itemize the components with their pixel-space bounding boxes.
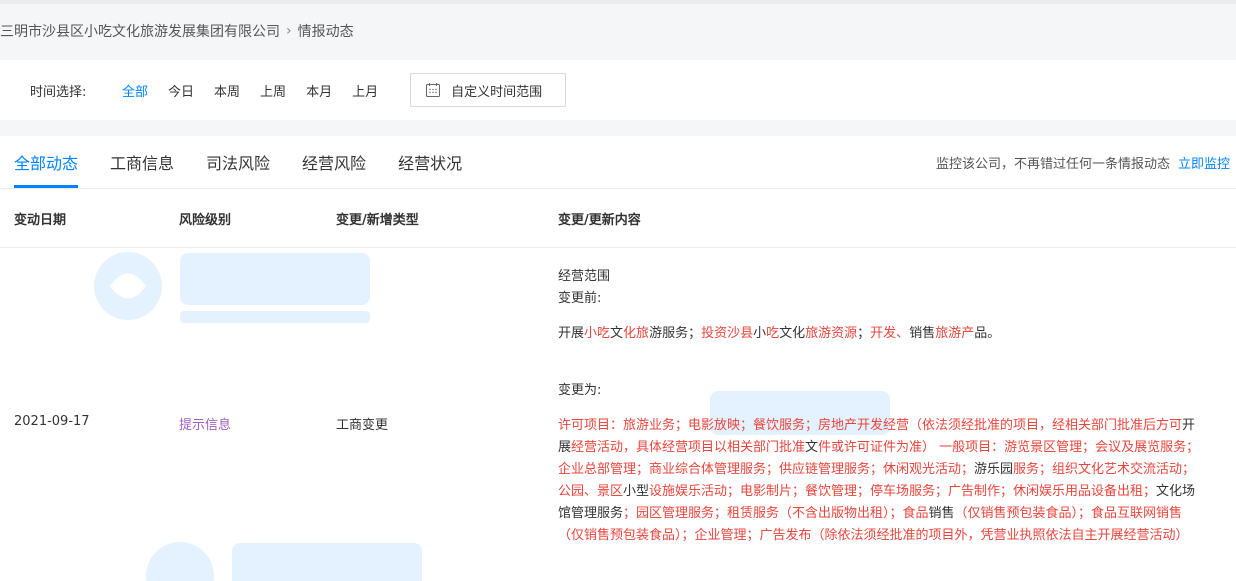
- text-segment: 游乐园: [974, 462, 1014, 477]
- header-risk-level: 风险级别: [179, 212, 232, 228]
- row-date: 2021-09-17: [14, 414, 90, 429]
- before-content: 开展小吃文化旅游服务；投资沙县小吃文化旅游资源；开发、销售旅游产品。: [558, 323, 1208, 345]
- changed-text-segment: 旅游资源: [805, 326, 858, 341]
- table-header: 变动日期 风险级别 变更/新增类型 变更/更新内容: [0, 189, 1236, 248]
- time-option-last-week[interactable]: 上周: [260, 81, 286, 100]
- tab-judicial-risk[interactable]: 司法风险: [206, 136, 270, 188]
- monitor-now-link[interactable]: 立即监控: [1178, 153, 1230, 172]
- time-option-last-month[interactable]: 上月: [352, 81, 378, 100]
- time-option-this-week[interactable]: 本周: [214, 81, 240, 100]
- monitor-prompt: 监控该公司，不再错过任何一条情报动态 立即监控: [936, 136, 1230, 188]
- tab-operating-risk[interactable]: 经营风险: [302, 136, 366, 188]
- breadcrumb-current: 情报动态: [297, 24, 354, 40]
- text-segment: 销售: [928, 506, 955, 521]
- header-change-type: 变更/新增类型: [336, 212, 419, 228]
- dynamics-card: 全部动态 工商信息 司法风险 经营风险 经营状况 监控该公司，不再错过任何一条情…: [0, 136, 1236, 581]
- text-segment: 品。: [974, 326, 1001, 341]
- row-change-type: 工商变更: [336, 418, 389, 433]
- time-option-this-month[interactable]: 本月: [306, 81, 332, 100]
- change-field: 经营范围: [558, 269, 611, 284]
- tab-operating-status[interactable]: 经营状况: [398, 136, 462, 188]
- time-filter: 时间选择: 全部 今日 本周 上周 本月 上月 自定义时间范围: [0, 60, 1236, 120]
- changed-text-segment: 吃: [766, 326, 780, 341]
- time-filter-label: 时间选择:: [30, 84, 87, 100]
- category-tabs: 全部动态 工商信息 司法风险 经营风险 经营状况 监控该公司，不再错过任何一条情…: [0, 136, 1236, 189]
- changed-text-segment: 化旅: [623, 326, 650, 341]
- changed-text-segment: 许可项目：旅游业务；电影放映；餐饮服务；房地产开发经营（依法须经批准的项目，经相…: [558, 418, 1183, 433]
- page: 三明市沙县区小吃文化旅游发展集团有限公司 › 情报动态 时间选择: 全部 今日 …: [0, 0, 1236, 581]
- after-content: 许可项目：旅游业务；电影放映；餐饮服务；房地产开发经营（依法须经批准的项目，经相…: [558, 415, 1208, 547]
- text-segment: 小: [753, 326, 767, 341]
- header-change-date: 变动日期: [14, 212, 67, 228]
- row-risk-level: 提示信息: [179, 418, 232, 433]
- text-segment: 游服务；: [649, 326, 702, 341]
- changed-text-segment: 经营活动，具体经营项目以相关部门批准: [571, 440, 806, 455]
- header-change-content: 变更/更新内容: [558, 212, 641, 228]
- text-segment: 小型: [623, 484, 650, 499]
- row-change-content: 经营范围 变更前: 开展小吃文化旅游服务；投资沙县小吃文化旅游资源；开发、销售旅…: [558, 266, 1208, 547]
- changed-text-segment: 设施娱乐活动；电影制片；餐饮管理；停车场服务；广告制作；休闲娱乐用品设备出租；: [649, 484, 1157, 499]
- tab-all-dynamics[interactable]: 全部动态: [14, 136, 79, 188]
- text-segment: 文: [610, 326, 624, 341]
- changed-text-segment: 小吃: [584, 326, 611, 341]
- text-segment: 销售: [909, 326, 936, 341]
- before-label: 变更前:: [558, 291, 602, 306]
- after-label: 变更为:: [558, 383, 602, 398]
- table-row: 2021-09-17 提示信息 工商变更 经营范围 变更前: 开展小吃文化旅游服…: [0, 248, 1236, 581]
- text-segment: 文: [805, 440, 819, 455]
- text-segment: ；: [857, 326, 871, 341]
- text-segment: 文化: [779, 326, 806, 341]
- tab-business-info[interactable]: 工商信息: [110, 136, 174, 188]
- text-segment: 开展: [558, 326, 585, 341]
- changed-text-segment: 旅游产: [935, 326, 975, 341]
- calendar-icon: [426, 83, 441, 97]
- time-option-all[interactable]: 全部: [122, 81, 148, 100]
- custom-time-range-label: 自定义时间范围: [451, 84, 543, 100]
- changed-text-segment: ；园区管理服务；租赁服务（不含出版物出租）；食品: [623, 506, 929, 521]
- changed-text-segment: 投资沙县: [701, 326, 754, 341]
- breadcrumb: 三明市沙县区小吃文化旅游发展集团有限公司 › 情报动态: [0, 4, 1236, 58]
- chevron-right-icon: ›: [286, 23, 292, 39]
- time-option-today[interactable]: 今日: [168, 81, 194, 100]
- custom-time-range-button[interactable]: 自定义时间范围: [410, 73, 567, 107]
- breadcrumb-company[interactable]: 三明市沙县区小吃文化旅游发展集团有限公司: [0, 21, 280, 41]
- monitor-text: 监控该公司，不再错过任何一条情报动态: [935, 156, 1170, 172]
- changed-text-segment: 开发、: [870, 326, 910, 341]
